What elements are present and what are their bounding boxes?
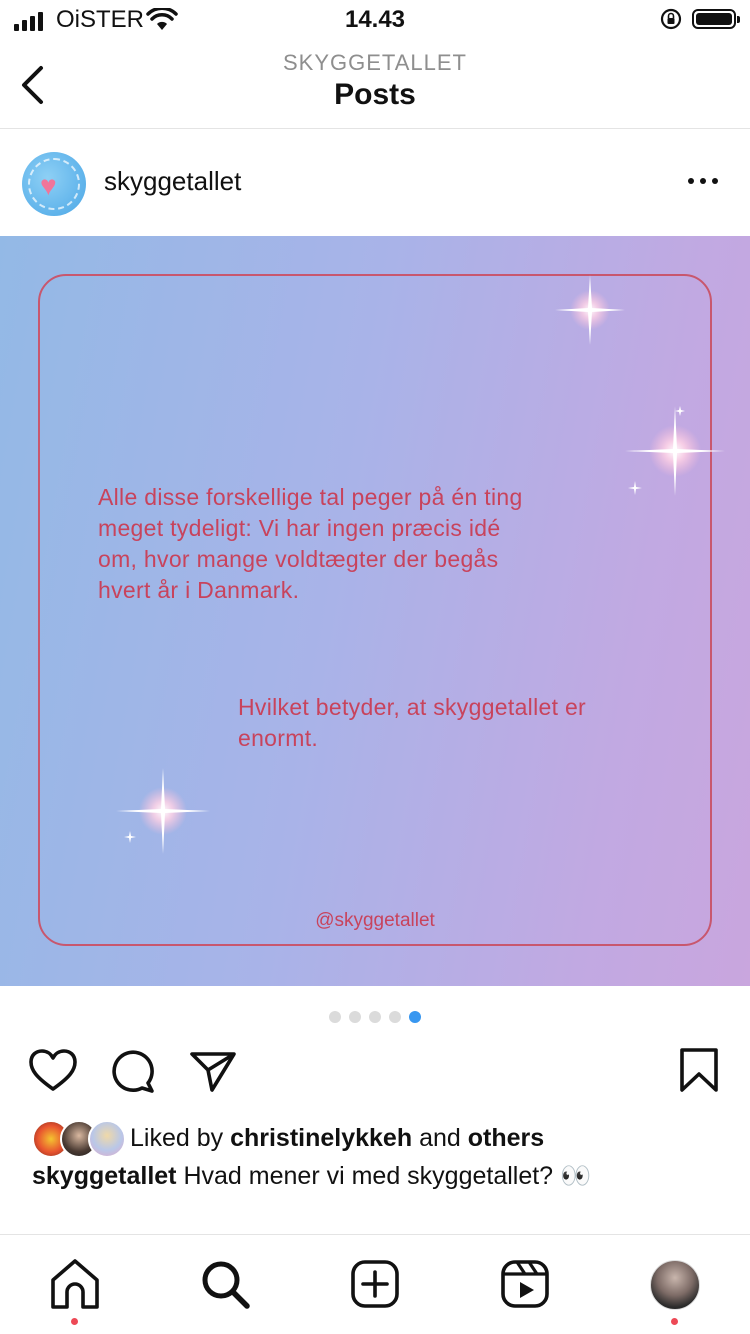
sparkle-icon — [555, 275, 625, 345]
image-text-paragraph-2: Hvilket betyder, at skyggetallet er enor… — [238, 694, 586, 751]
status-time: 14.43 — [344, 6, 406, 33]
more-options-icon[interactable] — [688, 178, 718, 184]
post-author-avatar[interactable]: ♥ — [22, 152, 86, 216]
sparkle-icon — [625, 406, 725, 496]
rotation-lock-icon — [660, 8, 682, 30]
carousel-dot — [389, 1011, 401, 1023]
likes-joiner: and — [419, 1124, 461, 1152]
home-icon[interactable] — [47, 1256, 103, 1312]
page-title: Posts — [334, 78, 416, 111]
post-author-username[interactable]: skyggetallet — [104, 166, 241, 197]
heart-icon[interactable] — [28, 1046, 78, 1096]
liked-by-avatars[interactable] — [32, 1120, 126, 1158]
image-handle: @skyggetallet — [315, 910, 435, 931]
header-divider — [0, 128, 750, 129]
carousel-dot — [329, 1011, 341, 1023]
caption-text: Hvad mener vi med skyggetallet? 👀 — [183, 1162, 592, 1190]
carousel-dot-active — [409, 1011, 421, 1023]
new-post-icon[interactable] — [347, 1256, 403, 1312]
status-bar: OiSTER 14.43 — [0, 0, 750, 40]
tab-bar-divider — [0, 1234, 750, 1235]
liker-avatar — [88, 1120, 126, 1158]
likes-summary[interactable]: Liked by christinelykkeh and others — [130, 1124, 544, 1153]
image-text-paragraph-1: Alle disse forskellige tal peger på én t… — [98, 484, 523, 603]
caption-username[interactable]: skyggetallet — [32, 1162, 177, 1190]
comment-icon[interactable] — [108, 1046, 158, 1096]
carousel-dot — [349, 1011, 361, 1023]
carousel-dot — [369, 1011, 381, 1023]
likes-prefix: Liked by — [130, 1124, 224, 1152]
notification-dot — [671, 1318, 678, 1325]
sparkle-icon — [116, 768, 210, 854]
profile-avatar[interactable] — [650, 1260, 700, 1310]
share-icon[interactable] — [188, 1046, 238, 1096]
heart-logo-icon: ♥ — [40, 170, 57, 201]
liker-username[interactable]: christinelykkeh — [230, 1124, 412, 1152]
reels-icon[interactable] — [497, 1256, 553, 1312]
post-caption: skyggetallet Hvad mener vi med skyggetal… — [32, 1162, 732, 1191]
search-icon[interactable] — [197, 1256, 253, 1312]
bookmark-icon[interactable] — [674, 1046, 724, 1096]
header-subtitle: SKYGGETALLET — [283, 50, 467, 75]
battery-icon — [692, 9, 740, 29]
notification-dot — [71, 1318, 78, 1325]
carousel-indicator — [329, 1011, 421, 1023]
likes-others[interactable]: others — [468, 1124, 544, 1152]
post-image[interactable]: Alle disse forskellige tal peger på én t… — [0, 236, 750, 986]
